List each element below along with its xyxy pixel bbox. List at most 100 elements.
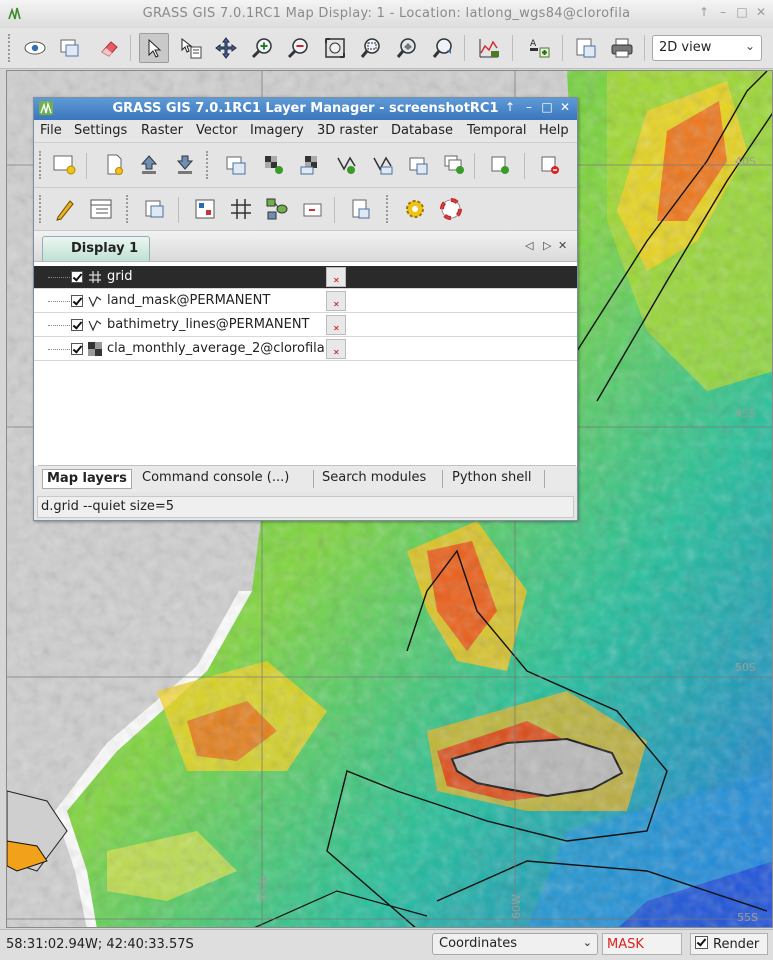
menu-vector[interactable]: Vector xyxy=(196,123,237,138)
pan-icon[interactable] xyxy=(211,33,241,63)
toolbar-grip[interactable] xyxy=(126,195,131,223)
menu-file[interactable]: File xyxy=(40,123,62,138)
menu-raster[interactable]: Raster xyxy=(141,123,183,138)
tab-map-layers[interactable]: Map layers xyxy=(42,469,132,489)
menu-settings[interactable]: Settings xyxy=(74,123,127,138)
toolbar-grip[interactable] xyxy=(386,195,391,223)
coordinates-display: 58:31:02.94W; 42:40:33.57S xyxy=(6,937,194,952)
layer-options-icon[interactable]: ✕ xyxy=(326,339,346,359)
pointer-icon[interactable] xyxy=(139,33,169,63)
print-icon[interactable] xyxy=(607,33,637,63)
render-icon[interactable] xyxy=(55,33,85,63)
toolbar-grip[interactable] xyxy=(39,151,44,179)
open-workspace-icon[interactable] xyxy=(136,152,162,178)
svg-text:A: A xyxy=(530,39,537,49)
zoom-extent-icon[interactable] xyxy=(320,33,350,63)
digitize-icon[interactable] xyxy=(300,196,326,222)
layer-options-icon[interactable]: ✕ xyxy=(326,315,346,335)
remove-layer-icon[interactable] xyxy=(538,152,564,178)
window-menu-icon[interactable]: ↑ xyxy=(697,5,711,19)
menu-help[interactable]: Help xyxy=(539,123,569,138)
tab-command-console[interactable]: Command console (...) xyxy=(138,469,293,489)
add-group-icon[interactable] xyxy=(442,152,468,178)
menu-imagery[interactable]: Imagery xyxy=(250,123,304,138)
menu-temporal[interactable]: Temporal xyxy=(467,123,527,138)
decoration-icon[interactable]: A xyxy=(524,33,554,63)
georectify-icon[interactable] xyxy=(192,196,218,222)
query-icon[interactable] xyxy=(176,33,206,63)
close-icon[interactable]: ✕ xyxy=(558,100,572,114)
close-icon[interactable]: ✕ xyxy=(754,5,768,19)
toolbar-grip[interactable] xyxy=(39,195,44,223)
display-tabbar: Display 1 ◁ ▷ ✕ xyxy=(34,231,577,262)
grid-label-60w: 60W xyxy=(510,894,523,919)
menu-3d-raster[interactable]: 3D raster xyxy=(317,123,378,138)
layer-checkbox[interactable] xyxy=(71,319,83,331)
tab-prev-icon[interactable]: ◁ xyxy=(525,239,533,252)
layer-manager-title: GRASS GIS 7.0.1RC1 Layer Manager - scree… xyxy=(112,101,499,116)
add-vector-icon[interactable] xyxy=(334,152,360,178)
tab-search-modules[interactable]: Search modules xyxy=(318,469,430,489)
add-misc-layer-icon[interactable] xyxy=(488,152,514,178)
save-workspace-icon[interactable] xyxy=(172,152,198,178)
zoom-region-icon[interactable] xyxy=(356,33,386,63)
menu-database[interactable]: Database xyxy=(391,123,453,138)
help-lifebuoy-icon[interactable] xyxy=(438,196,464,222)
edit-vector-icon[interactable] xyxy=(52,196,78,222)
analyze-icon[interactable] xyxy=(474,33,504,63)
add-vector-group-icon[interactable] xyxy=(370,152,396,178)
zoom-layer-icon[interactable] xyxy=(392,33,422,63)
statusbar: 58:31:02.94W; 42:40:33.57S Coordinates ⌄… xyxy=(0,929,773,960)
command-input[interactable]: d.grid --quiet size=5 xyxy=(37,496,574,518)
view-mode-select[interactable]: 2D view ⌄ xyxy=(652,35,762,61)
zoom-in-icon[interactable] xyxy=(247,33,277,63)
toolbar-grip[interactable] xyxy=(8,34,13,62)
display-icon[interactable] xyxy=(20,33,50,63)
view-mode-value: 2D view xyxy=(659,40,712,55)
bottom-tabbar: Map layers Command console (...) Search … xyxy=(38,465,576,492)
settings-gear-icon[interactable] xyxy=(402,196,428,222)
new-display-icon[interactable] xyxy=(52,152,78,178)
zoom-out-icon[interactable] xyxy=(283,33,313,63)
graphical-modeler-icon[interactable] xyxy=(264,196,290,222)
layer-row-grid[interactable]: grid ✕ xyxy=(34,266,577,289)
window-menu-icon[interactable]: ↑ xyxy=(503,100,517,114)
layer-manager-titlebar[interactable]: GRASS GIS 7.0.1RC1 Layer Manager - scree… xyxy=(34,98,577,120)
mask-indicator: MASK xyxy=(602,933,682,955)
maximize-icon[interactable]: □ xyxy=(540,100,554,114)
add-overlay-icon[interactable] xyxy=(406,152,432,178)
minimize-icon[interactable]: – xyxy=(716,5,730,19)
layer-row-cla-monthly-average[interactable]: cla_monthly_average_2@clorofila ✕ xyxy=(34,338,577,361)
minimize-icon[interactable]: – xyxy=(522,100,536,114)
layer-checkbox[interactable] xyxy=(71,271,83,283)
layer-row-land-mask[interactable]: land_mask@PERMANENT ✕ xyxy=(34,290,577,313)
grid-icon[interactable] xyxy=(228,196,254,222)
maximize-icon[interactable]: □ xyxy=(735,5,749,19)
zoom-back-icon[interactable] xyxy=(428,33,458,63)
add-raster-icon[interactable] xyxy=(262,152,288,178)
run-script-icon[interactable] xyxy=(348,196,374,222)
statusbar-mode-select[interactable]: Coordinates ⌄ xyxy=(432,933,598,955)
load-map-layers-icon[interactable] xyxy=(224,152,250,178)
layer-row-bathimetry-lines[interactable]: bathimetry_lines@PERMANENT ✕ xyxy=(34,314,577,337)
save-image-icon[interactable] xyxy=(571,33,601,63)
add-raster-group-icon[interactable] xyxy=(298,152,324,178)
layer-checkbox[interactable] xyxy=(71,343,83,355)
render-checkbox[interactable]: Render xyxy=(690,933,768,955)
layer-options-icon[interactable]: ✕ xyxy=(326,291,346,311)
toolbar-grip[interactable] xyxy=(206,151,211,179)
layer-options-icon[interactable]: ✕ xyxy=(326,267,346,287)
map-display-titlebar[interactable]: GRASS GIS 7.0.1RC1 Map Display: 1 - Loca… xyxy=(0,0,773,29)
erase-icon[interactable] xyxy=(94,33,124,63)
tab-next-icon[interactable]: ▷ xyxy=(543,239,551,252)
tab-close-icon[interactable]: ✕ xyxy=(558,239,567,252)
attribute-table-icon[interactable] xyxy=(88,196,114,222)
layer-checkbox[interactable] xyxy=(71,295,83,307)
map-composer-icon[interactable] xyxy=(142,196,168,222)
map-display-title: GRASS GIS 7.0.1RC1 Map Display: 1 - Loca… xyxy=(142,6,631,21)
render-label: Render xyxy=(713,937,760,952)
tab-python-shell[interactable]: Python shell xyxy=(448,469,535,489)
layer-name: grid xyxy=(107,269,133,284)
tab-display-1[interactable]: Display 1 xyxy=(42,236,150,262)
new-workspace-icon[interactable] xyxy=(102,152,128,178)
